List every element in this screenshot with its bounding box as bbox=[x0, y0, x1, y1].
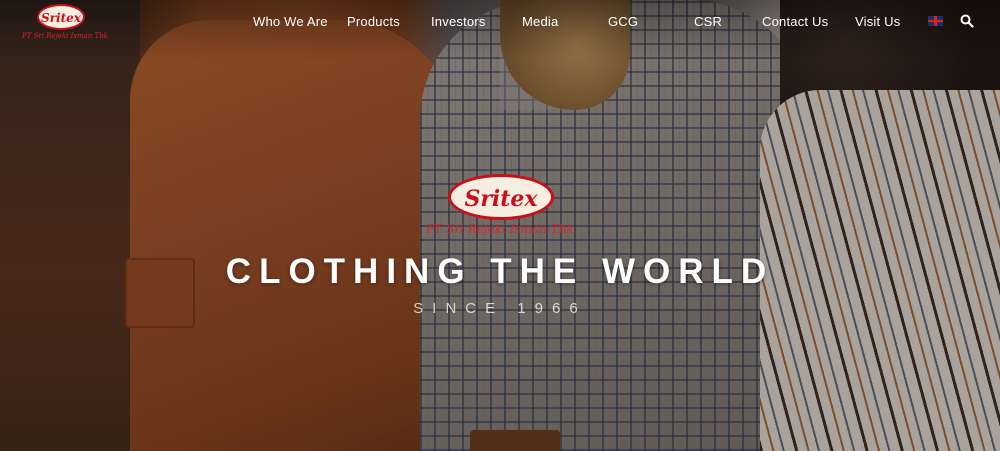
hero-logo: Sritex PT Sri Rejeki Isman Tbk bbox=[420, 174, 580, 240]
nav-media[interactable]: Media bbox=[522, 14, 558, 29]
logo-subtitle: PT Sri Rejeki Isman Tbk bbox=[22, 32, 108, 40]
hero-logo-oval: Sritex bbox=[448, 174, 554, 220]
nav-products[interactable]: Products bbox=[347, 14, 400, 29]
logo-text: Sritex bbox=[41, 11, 81, 25]
header-logo[interactable]: Sritex PT Sri Rejeki Isman Tbk bbox=[22, 4, 108, 42]
search-icon[interactable] bbox=[960, 14, 974, 28]
nav-visit-us[interactable]: Visit Us bbox=[855, 14, 900, 29]
logo-oval: Sritex bbox=[37, 4, 85, 30]
hero-logo-text: Sritex bbox=[464, 186, 538, 212]
hero-logo-subtitle: PT Sri Rejeki Isman Tbk bbox=[426, 222, 574, 236]
nav-contact-us[interactable]: Contact Us bbox=[762, 14, 828, 29]
nav-investors[interactable]: Investors bbox=[431, 14, 486, 29]
uk-flag-icon[interactable] bbox=[928, 16, 943, 26]
main-navigation: Sritex PT Sri Rejeki Isman Tbk Who We Ar… bbox=[0, 0, 1000, 44]
nav-csr[interactable]: CSR bbox=[694, 14, 722, 29]
hero-tagline: SINCE 1966 bbox=[413, 300, 587, 317]
hero-headline: CLOTHING THE WORLD bbox=[225, 252, 775, 291]
nav-gcg[interactable]: GCG bbox=[608, 14, 638, 29]
nav-who-we-are[interactable]: Who We Are bbox=[253, 14, 328, 29]
